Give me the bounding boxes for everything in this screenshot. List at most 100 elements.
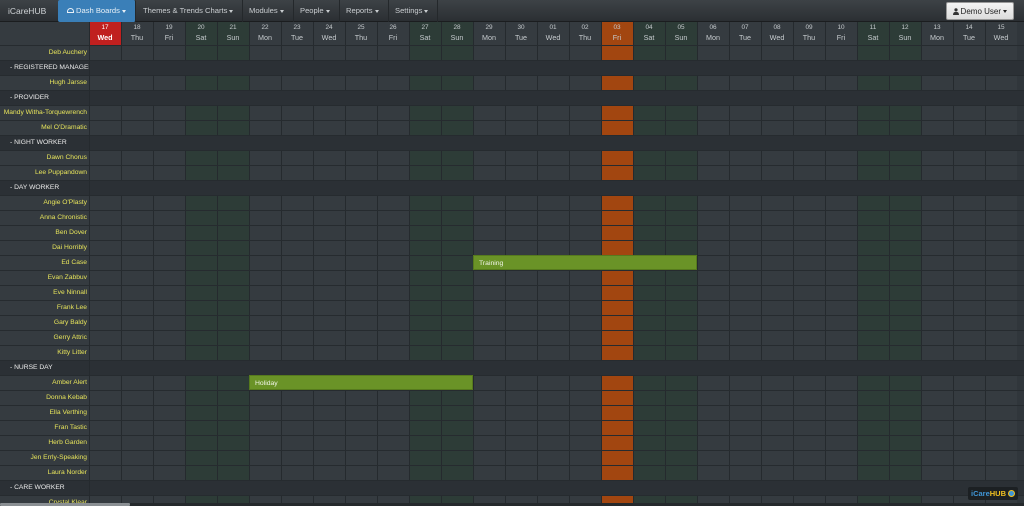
- dashboard-icon: [67, 8, 74, 13]
- staff-name[interactable]: Donna Kebab: [0, 391, 89, 405]
- group-header-row: - CARE WORKER: [0, 480, 1024, 495]
- event-bar-holiday[interactable]: Holiday: [249, 375, 473, 390]
- staff-name[interactable]: Fran Tastic: [0, 421, 89, 435]
- staff-name[interactable]: Hugh Jarsse: [0, 76, 89, 90]
- day-number: 13: [933, 24, 941, 31]
- staff-name[interactable]: Gerry Attric: [0, 331, 89, 345]
- group-header-row: - NURSE DAY: [0, 360, 1024, 375]
- staff-name[interactable]: Amber Alert: [0, 376, 89, 390]
- day-number: 28: [453, 24, 461, 31]
- globe-icon: [1008, 490, 1015, 497]
- day-number: 26: [389, 24, 397, 31]
- day-number: 27: [421, 24, 429, 31]
- staff-name[interactable]: Deb Auchery: [0, 46, 89, 60]
- day-header-25[interactable]: 25 Thu: [345, 22, 377, 45]
- user-menu-button[interactable]: Demo User: [945, 2, 1014, 20]
- top-navbar: iCareHUB Dash Boards Themes & Trends Cha…: [0, 0, 1024, 22]
- staff-name[interactable]: Lee Puppandown: [0, 166, 89, 180]
- staff-name[interactable]: Laura Norder: [0, 466, 89, 480]
- day-label: Mon: [706, 32, 720, 42]
- day-header-10[interactable]: 10 Fri: [825, 22, 857, 45]
- day-label: Mon: [482, 32, 496, 42]
- day-label: Thu: [802, 32, 816, 42]
- day-number: 01: [549, 24, 557, 31]
- day-header-21[interactable]: 21 Sun: [217, 22, 249, 45]
- day-header-01[interactable]: 01 Wed: [537, 22, 569, 45]
- staff-name[interactable]: Kitty Litter: [0, 346, 89, 360]
- day-number: 15: [997, 24, 1005, 31]
- staff-name[interactable]: Eve Ninnall: [0, 286, 89, 300]
- day-header-30[interactable]: 30 Tue: [505, 22, 537, 45]
- day-header-09[interactable]: 09 Thu: [793, 22, 825, 45]
- staff-name[interactable]: Frank Lee: [0, 301, 89, 315]
- staff-name[interactable]: Evan Zabbuv: [0, 271, 89, 285]
- day-label: Wed: [97, 32, 113, 42]
- day-header-11[interactable]: 11 Sat: [857, 22, 889, 45]
- staff-row: Jen Errly-Speaking: [0, 450, 1024, 465]
- day-header-23[interactable]: 23 Tue: [281, 22, 313, 45]
- staff-name[interactable]: Ben Dover: [0, 226, 89, 240]
- day-header-18[interactable]: 18 Thu: [121, 22, 153, 45]
- day-header-28[interactable]: 28 Sun: [441, 22, 473, 45]
- nav-modules[interactable]: Modules: [240, 0, 294, 22]
- day-header-29[interactable]: 29 Mon: [473, 22, 505, 45]
- nav-people[interactable]: People: [291, 0, 340, 22]
- day-number: 21: [229, 24, 237, 31]
- staff-name[interactable]: Gary Baldy: [0, 316, 89, 330]
- day-header-26[interactable]: 26 Fri: [377, 22, 409, 45]
- staff-name[interactable]: Mandy Witha-Torquewrench: [0, 106, 89, 120]
- day-header-20[interactable]: 20 Sat: [185, 22, 217, 45]
- day-header-05[interactable]: 05 Sun: [665, 22, 697, 45]
- day-header-22[interactable]: 22 Mon: [249, 22, 281, 45]
- staff-name[interactable]: Angie O'Plasty: [0, 196, 89, 210]
- staff-row: Frank Lee: [0, 300, 1024, 315]
- staff-name[interactable]: Ed Case: [0, 256, 89, 270]
- day-number: 05: [677, 24, 685, 31]
- day-header-15[interactable]: 15 Wed: [985, 22, 1017, 45]
- nav-dash-boards[interactable]: Dash Boards: [58, 0, 136, 22]
- day-header-06[interactable]: 06 Mon: [697, 22, 729, 45]
- day-header-12[interactable]: 12 Sun: [889, 22, 921, 45]
- nav-settings-label: Settings: [395, 6, 423, 15]
- day-label: Sat: [867, 32, 879, 42]
- staff-name[interactable]: Anna Chronistic: [0, 211, 89, 225]
- day-number: 19: [165, 24, 173, 31]
- staff-name[interactable]: Dawn Chorus: [0, 151, 89, 165]
- caret-down-icon: [1003, 10, 1007, 14]
- day-header-27[interactable]: 27 Sat: [409, 22, 441, 45]
- event-bar-training[interactable]: Training: [473, 255, 697, 270]
- caret-down-icon: [121, 9, 126, 13]
- day-label: Sat: [419, 32, 431, 42]
- day-label: Fri: [164, 32, 174, 42]
- day-header-04[interactable]: 04 Sat: [633, 22, 665, 45]
- brand-link[interactable]: iCareHUB: [8, 0, 46, 22]
- nav-reports[interactable]: Reports: [337, 0, 389, 22]
- staff-row: Gerry Attric: [0, 330, 1024, 345]
- day-header-14[interactable]: 14 Tue: [953, 22, 985, 45]
- staff-name[interactable]: Mel O'Dramatic: [0, 121, 89, 135]
- day-header-17[interactable]: 17 Wed: [89, 22, 121, 45]
- staff-name[interactable]: Dai Horribly: [0, 241, 89, 255]
- staff-row: Hugh Jarsse: [0, 75, 1024, 90]
- staff-name[interactable]: Ella Verthing: [0, 406, 89, 420]
- day-header-07[interactable]: 07 Tue: [729, 22, 761, 45]
- nav-people-label: People: [300, 6, 324, 15]
- nav-themes-trends-charts[interactable]: Themes & Trends Charts: [134, 0, 244, 22]
- caret-down-icon: [374, 9, 379, 13]
- day-header-03[interactable]: 03 Fri: [601, 22, 633, 45]
- day-header-19[interactable]: 19 Fri: [153, 22, 185, 45]
- user-icon: [952, 8, 959, 15]
- day-header-13[interactable]: 13 Mon: [921, 22, 953, 45]
- day-header-08[interactable]: 08 Wed: [761, 22, 793, 45]
- day-header-24[interactable]: 24 Wed: [313, 22, 345, 45]
- nav-reports-label: Reports: [346, 6, 373, 15]
- staff-row: Dai Horribly: [0, 240, 1024, 255]
- caret-down-icon: [279, 9, 284, 13]
- day-number: 09: [805, 24, 813, 31]
- nav-settings[interactable]: Settings: [386, 0, 439, 22]
- day-label: Thu: [578, 32, 592, 42]
- staff-name[interactable]: Herb Garden: [0, 436, 89, 450]
- staff-name[interactable]: Jen Errly-Speaking: [0, 451, 89, 465]
- day-label: Fri: [836, 32, 846, 42]
- day-header-02[interactable]: 02 Thu: [569, 22, 601, 45]
